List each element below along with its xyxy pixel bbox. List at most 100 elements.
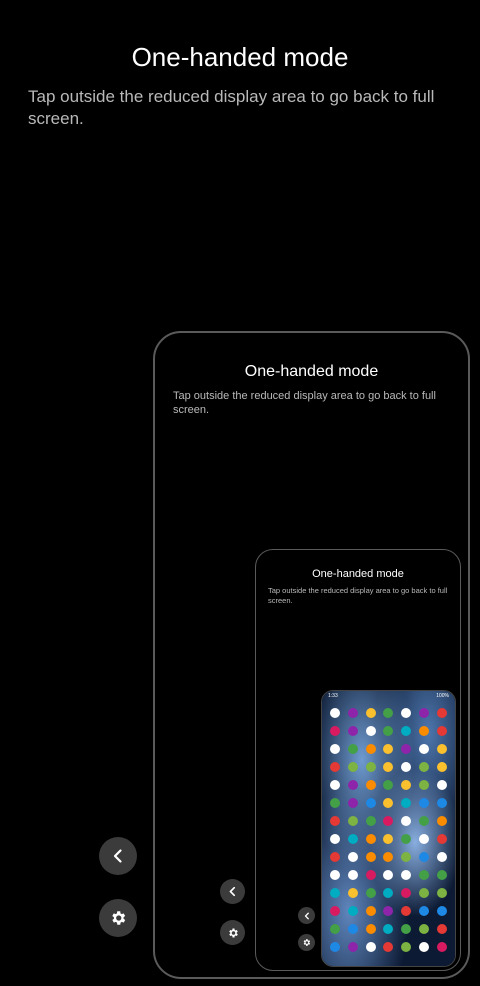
app-icon [436,924,447,934]
app-icon [401,924,412,934]
status-time: 1:33 [328,693,338,699]
app-icon [436,780,447,790]
app-icon [330,834,341,844]
app-icon [348,798,359,808]
app-icon [348,708,359,718]
app-icon [436,708,447,718]
app-icon [348,834,359,844]
app-icon [365,870,376,880]
app-icon [401,798,412,808]
app-icon [348,744,359,754]
gear-icon [303,939,311,946]
app-icon [436,852,447,862]
nested-preview-title: One-handed mode [312,568,404,580]
chevron-left-icon [113,849,122,863]
app-icon [330,762,341,772]
app-icon [418,816,429,826]
app-icon [436,906,447,916]
app-icon [330,816,341,826]
app-icon [401,726,412,736]
app-icon [383,744,394,754]
page-description: Tap outside the reduced display area to … [28,87,435,128]
app-icon [348,870,359,880]
app-icon [418,726,429,736]
app-icon [383,888,394,898]
app-icon [348,852,359,862]
nested-settings-button-small [298,934,315,951]
app-icon [330,906,341,916]
app-icon [365,726,376,736]
app-icon [418,798,429,808]
app-icon [418,852,429,862]
app-icon [436,726,447,736]
app-icon [418,834,429,844]
app-icon [383,924,394,934]
app-icon [436,870,447,880]
app-icon [383,726,394,736]
app-icon [383,762,394,772]
app-icon [330,870,341,880]
app-icon [348,762,359,772]
preview-description: Tap outside the reduced display area to … [173,390,436,416]
app-icon [330,942,341,952]
app-icon [365,834,376,844]
status-bar: 1:33 100% [328,693,449,699]
app-icon [348,726,359,736]
app-icon [365,816,376,826]
app-icon [365,888,376,898]
app-icon [436,798,447,808]
nested-back-button-small [298,907,315,924]
app-icon [401,870,412,880]
app-icon [418,888,429,898]
page-title: One-handed mode [131,42,349,72]
app-icon [401,780,412,790]
app-icon [401,942,412,952]
app-icon [365,924,376,934]
app-icon [383,834,394,844]
app-icon [383,798,394,808]
app-icon [330,888,341,898]
app-icon [365,708,376,718]
app-icon [418,762,429,772]
app-icon [418,870,429,880]
app-icon [418,780,429,790]
gear-icon [228,928,238,937]
settings-button[interactable] [99,899,137,937]
app-icon [436,816,447,826]
app-icon [330,744,341,754]
app-icon [401,888,412,898]
app-icon [401,744,412,754]
app-icon [401,906,412,916]
nested-back-button [220,879,245,904]
app-icon [383,780,394,790]
app-icon [365,744,376,754]
app-icon [348,888,359,898]
home-screen-preview: 1:33 100% [321,690,456,967]
app-icon [365,942,376,952]
app-icon [330,798,341,808]
app-icon [365,762,376,772]
app-icon [418,924,429,934]
app-icon [365,852,376,862]
app-icon [348,780,359,790]
app-icon [418,942,429,952]
app-icon [436,762,447,772]
app-icon [418,708,429,718]
app-icon [365,798,376,808]
chevron-left-icon [229,886,236,897]
app-icon [330,852,341,862]
chevron-left-icon [304,912,309,919]
app-icon [348,942,359,952]
nested-settings-button [220,920,245,945]
back-button[interactable] [99,837,137,875]
app-icon [383,942,394,952]
gear-icon [112,911,126,925]
app-icon [401,816,412,826]
app-icon [418,744,429,754]
app-icon [401,708,412,718]
app-icon [436,744,447,754]
app-icon [330,924,341,934]
app-icon [330,780,341,790]
app-icon [383,708,394,718]
nested-preview-description: Tap outside the reduced display area to … [268,586,448,605]
